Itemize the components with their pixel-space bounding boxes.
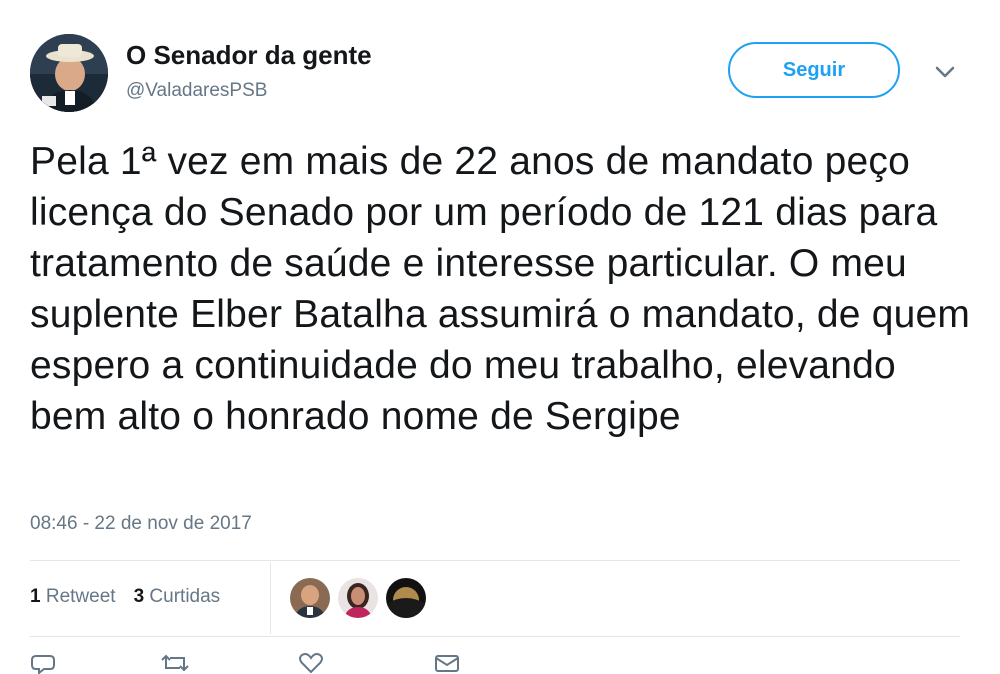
author-name[interactable]: O Senador da gente xyxy=(126,40,372,71)
liker-avatar[interactable] xyxy=(386,578,426,618)
stats-separator xyxy=(270,562,271,634)
divider-bottom xyxy=(30,636,960,637)
tweet-stats: 1 Retweet 3 Curtidas xyxy=(30,586,220,608)
message-icon[interactable] xyxy=(434,652,460,674)
liker-avatar[interactable] xyxy=(338,578,378,618)
author-avatar[interactable] xyxy=(30,34,108,112)
author-handle[interactable]: @ValadaresPSB xyxy=(126,80,267,102)
heart-icon[interactable] xyxy=(298,652,324,674)
tweet-text: Pela 1ª vez em mais de 22 anos de mandat… xyxy=(30,140,971,438)
divider-top xyxy=(30,560,960,561)
follow-button[interactable]: Seguir xyxy=(728,42,900,98)
liker-avatar[interactable] xyxy=(290,578,330,618)
likes-stat[interactable]: 3 Curtidas xyxy=(134,586,221,608)
avatar-photo xyxy=(30,34,108,112)
retweets-count: 1 xyxy=(30,586,41,607)
likers-avatars xyxy=(290,578,426,618)
retweet-icon[interactable] xyxy=(160,652,190,674)
chevron-down-icon[interactable] xyxy=(934,64,956,80)
tweet-timestamp[interactable]: 08:46 - 22 de nov de 2017 xyxy=(30,513,252,535)
reply-icon[interactable] xyxy=(30,652,56,674)
retweets-stat[interactable]: 1 Retweet xyxy=(30,586,116,608)
likes-count: 3 xyxy=(133,586,145,607)
likes-label: Curtidas xyxy=(149,586,221,607)
retweets-label: Retweet xyxy=(45,586,116,607)
